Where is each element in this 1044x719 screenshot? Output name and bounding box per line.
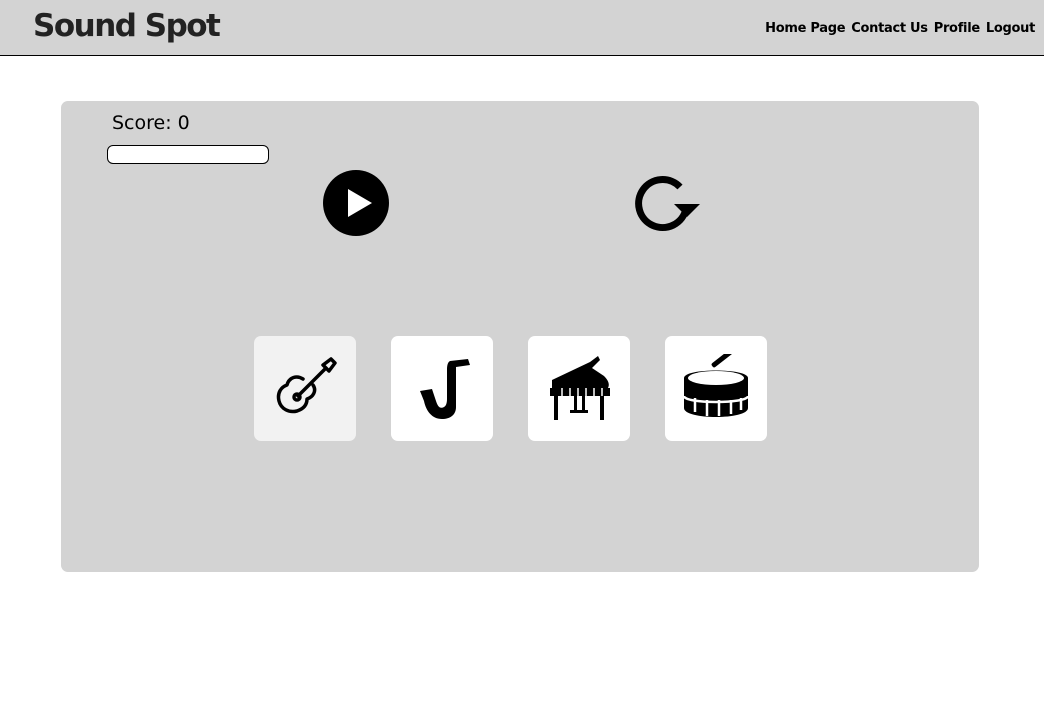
piano-icon (550, 355, 610, 420)
score-value: 0 (177, 112, 190, 134)
play-button[interactable] (322, 169, 390, 237)
top-navbar: Sound Spot Home Page Contact Us Profile … (0, 0, 1044, 56)
guitar-icon (276, 356, 337, 413)
instrument-tile-drum[interactable] (665, 336, 767, 441)
drum-icon (682, 353, 750, 417)
site-logo[interactable]: Sound Spot (33, 6, 221, 46)
instrument-tile-guitar[interactable] (254, 336, 356, 441)
progress-bar (107, 145, 269, 164)
nav-menu: Home Page Contact Us Profile Logout (765, 20, 1035, 38)
nav-profile[interactable]: Profile (934, 20, 980, 38)
nav-logout[interactable]: Logout (986, 20, 1035, 38)
instrument-tile-piano[interactable] (528, 336, 630, 441)
score-display: Score: 0 (112, 111, 190, 135)
restart-button[interactable] (630, 171, 702, 237)
restart-icon (635, 176, 700, 232)
nav-contact-us[interactable]: Contact Us (851, 20, 928, 38)
nav-home-page[interactable]: Home Page (765, 20, 845, 38)
saxophone-icon (420, 358, 470, 419)
score-label: Score: (112, 112, 172, 134)
play-icon (323, 170, 389, 236)
instrument-tile-saxophone[interactable] (391, 336, 493, 441)
game-panel: Score: 0 (61, 101, 979, 572)
